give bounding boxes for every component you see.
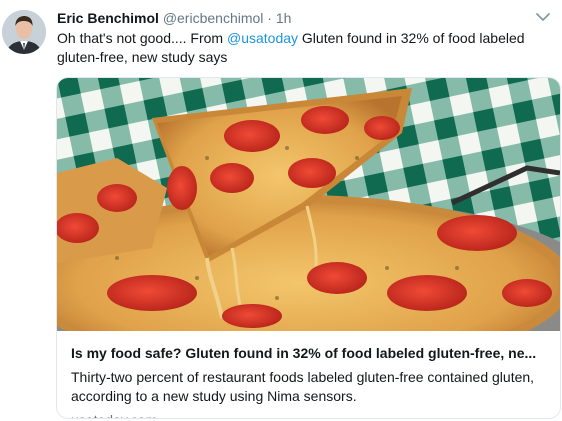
profile-photo xyxy=(2,10,46,54)
pizza-photo xyxy=(57,78,560,331)
card-title[interactable]: Is my food safe? Gluten found in 32% of … xyxy=(71,344,549,363)
tweet-text: Oh that's not good.... From @usatoday Gl… xyxy=(57,29,537,67)
timestamp[interactable]: 1h xyxy=(276,10,292,26)
author-name[interactable]: Eric Benchimol xyxy=(57,10,159,26)
mention-link[interactable]: @usatoday xyxy=(227,30,298,46)
card-domain: usatoday.com xyxy=(71,411,549,418)
avatar[interactable] xyxy=(2,10,46,54)
tweet-text-start: Oh that's not good.... From xyxy=(57,30,227,46)
chevron-down-icon xyxy=(536,13,550,21)
author-handle[interactable]: @ericbenchimol xyxy=(163,10,264,26)
separator-dot: · xyxy=(267,10,272,26)
link-card[interactable]: Is my food safe? Gluten found in 32% of … xyxy=(56,77,561,419)
card-description: Thirty-two percent of restaurant foods l… xyxy=(71,369,535,404)
card-body: Is my food safe? Gluten found in 32% of … xyxy=(71,344,549,418)
tweet-header: Eric Benchimol @ericbenchimol · 1h xyxy=(57,9,291,27)
tweet-menu-button[interactable] xyxy=(534,8,552,26)
